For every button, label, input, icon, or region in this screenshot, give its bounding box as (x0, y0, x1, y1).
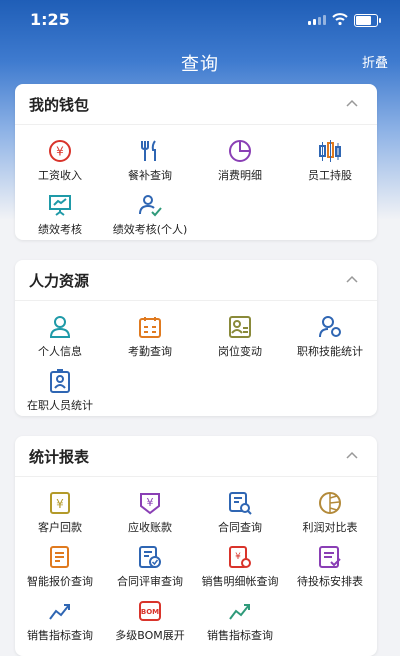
grid-item-bid-schedule[interactable]: 待投标安排表 (285, 539, 375, 595)
page-title: 查询 (181, 54, 219, 75)
grid-item-label: 销售指标查询 (207, 629, 273, 642)
profit-compare-icon (319, 492, 341, 514)
grid-item-label: 智能报价查询 (27, 575, 93, 588)
grid-item-staff-stats[interactable]: 在职人员统计 (15, 363, 105, 419)
hr-card: 人力资源 个人信息 考勤查询 岗位变动 职称技能统计 在职人员统计 (15, 260, 377, 416)
grid-item-personal-info[interactable]: 个人信息 (15, 309, 105, 365)
chevron-up-icon[interactable] (345, 274, 359, 284)
bid-schedule-icon (319, 546, 341, 568)
grid-item-skill-stats[interactable]: 职称技能统计 (285, 309, 375, 365)
grid-item-label: 职称技能统计 (297, 345, 363, 358)
sales-target-icon-2 (229, 604, 250, 620)
svg-text:¥: ¥ (235, 552, 241, 562)
hr-card-title: 人力资源 (29, 272, 90, 290)
shareholding-bars-icon (319, 140, 341, 162)
status-time: 1:25 (30, 10, 70, 29)
hr-card-header[interactable]: 人力资源 (15, 260, 377, 301)
grid-item-sales-target[interactable]: 销售指标查询 (15, 593, 105, 649)
grid-item-attendance[interactable]: 考勤查询 (105, 309, 195, 365)
collapse-button[interactable]: 折叠 (362, 52, 388, 71)
grid-item-receivable[interactable]: ¥ 应收账款 (105, 485, 195, 541)
user-info-icon (49, 316, 71, 338)
chevron-up-icon[interactable] (345, 98, 359, 108)
grid-item-position-change[interactable]: 岗位变动 (195, 309, 285, 365)
grid-item-sales-target-2[interactable]: 销售指标查询 (195, 593, 285, 649)
staff-badge-icon (50, 369, 70, 393)
skill-badge-icon (319, 316, 341, 338)
personal-performance-icon (139, 195, 162, 217)
grid-item-label: 待投标安排表 (297, 575, 363, 588)
svg-text:¥: ¥ (56, 497, 64, 511)
grid-item-label: 绩效考核(个人) (112, 223, 188, 236)
meal-utensils-icon (141, 140, 156, 161)
grid-item-label: 销售指标查询 (27, 629, 93, 642)
grid-item-contract-review[interactable]: 合同评审查询 (105, 539, 195, 595)
grid-item-performance[interactable]: 绩效考核 (15, 187, 105, 243)
grid-item-profit-compare[interactable]: 利润对比表 (285, 485, 375, 541)
sales-ledger-icon: ¥ (229, 546, 251, 568)
grid-item-performance-personal[interactable]: 绩效考核(个人) (105, 187, 195, 243)
grid-item-customer-payment[interactable]: ¥ 客户回款 (15, 485, 105, 541)
wallet-card: 我的钱包 ¥ 工资收入 餐补查询 消费明细 员工持股 绩效考核 绩效考核(个人) (15, 84, 377, 240)
svg-text:BOM: BOM (141, 608, 159, 616)
wallet-card-header[interactable]: 我的钱包 (15, 84, 377, 125)
grid-item-label: 多级BOM展开 (115, 629, 185, 642)
reports-card-header[interactable]: 统计报表 (15, 436, 377, 477)
chevron-up-icon[interactable] (345, 450, 359, 460)
grid-item-label: 餐补查询 (128, 169, 172, 182)
grid-item-label: 员工持股 (308, 169, 352, 182)
battery-icon (354, 14, 381, 27)
grid-item-salary[interactable]: ¥ 工资收入 (15, 133, 105, 189)
wifi-icon (332, 13, 348, 26)
bom-expand-icon: BOM (139, 601, 161, 621)
wallet-card-title: 我的钱包 (29, 96, 90, 114)
presentation-board-icon (49, 195, 71, 216)
grid-item-label: 在职人员统计 (27, 399, 93, 412)
grid-item-label: 销售明细帐查询 (201, 575, 279, 588)
grid-item-bom-expand[interactable]: BOM 多级BOM展开 (105, 593, 195, 649)
grid-item-label: 考勤查询 (128, 345, 172, 358)
grid-item-shareholding[interactable]: 员工持股 (285, 133, 375, 189)
grid-item-label: 应收账款 (128, 521, 172, 534)
grid-item-label: 利润对比表 (302, 521, 358, 534)
grid-item-label: 消费明细 (218, 169, 262, 182)
grid-item-consumption[interactable]: 消费明细 (195, 133, 285, 189)
salary-yen-icon: ¥ (49, 140, 71, 162)
grid-item-label: 绩效考核 (38, 223, 82, 236)
contract-search-icon (229, 492, 252, 515)
grid-item-label: 个人信息 (38, 345, 82, 358)
signal-icon (308, 15, 326, 25)
grid-item-label: 工资收入 (38, 169, 82, 182)
receivable-yen-icon: ¥ (140, 493, 160, 515)
svg-text:¥: ¥ (147, 496, 154, 509)
status-bar: 1:25 (0, 0, 400, 40)
grid-item-smart-quote[interactable]: 智能报价查询 (15, 539, 105, 595)
pie-chart-icon (229, 140, 251, 162)
smart-quote-icon (50, 546, 69, 568)
grid-item-sales-ledger[interactable]: ¥ 销售明细帐查询 (195, 539, 285, 595)
attendance-calendar-icon (139, 317, 161, 338)
customer-payment-icon: ¥ (50, 492, 70, 514)
grid-item-meal[interactable]: 餐补查询 (105, 133, 195, 189)
sales-target-icon (49, 604, 70, 620)
contract-review-icon (139, 546, 161, 568)
grid-item-contract-search[interactable]: 合同查询 (195, 485, 285, 541)
grid-item-label: 合同查询 (218, 521, 262, 534)
grid-item-label: 岗位变动 (218, 345, 262, 358)
reports-card-title: 统计报表 (29, 448, 90, 466)
grid-item-label: 合同评审查询 (117, 575, 183, 588)
svg-text:¥: ¥ (56, 145, 64, 159)
nav-bar: 查询 折叠 (0, 44, 400, 78)
reports-card: 统计报表 ¥ 客户回款 ¥ 应收账款 合同查询 利润对比表 智能报价查询 合同评… (15, 436, 377, 656)
grid-item-label: 客户回款 (38, 521, 82, 534)
position-change-icon (229, 316, 251, 338)
